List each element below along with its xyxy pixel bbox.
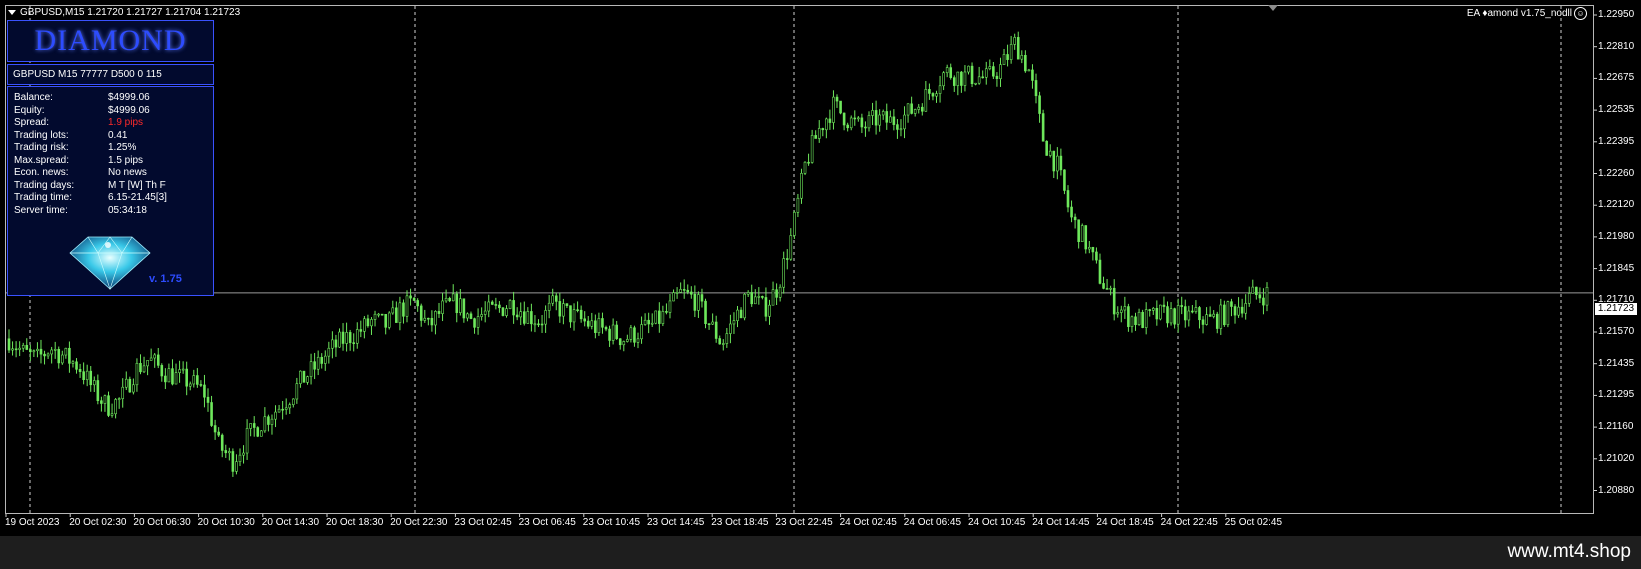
diamond-logo-box: DIAMOND <box>7 20 214 62</box>
info-label: Max.spread: <box>14 154 70 166</box>
time-tick-label: 23 Oct 02:45 <box>454 517 512 528</box>
time-tick-label: 24 Oct 06:45 <box>903 517 962 528</box>
chart-window[interactable]: GBPUSD,M15 1.21720 1.21727 1.21704 1.217… <box>0 0 1641 536</box>
time-tick-label: 23 Oct 22:45 <box>775 517 833 528</box>
symbol-info-text: GBPUSD M15 77777 D500 0 115 <box>13 69 162 80</box>
time-tick-label: 24 Oct 14:45 <box>1032 517 1090 528</box>
info-label: Spread: <box>14 117 50 128</box>
info-label: Trading risk: <box>14 142 69 153</box>
info-value: No news <box>108 167 147 178</box>
time-tick-label: 23 Oct 06:45 <box>518 517 576 528</box>
info-value: $4999.06 <box>108 92 150 103</box>
info-value: 1.9 pips <box>108 117 144 128</box>
time-tick-label: 24 Oct 18:45 <box>1096 517 1154 528</box>
time-tick-label: 20 Oct 06:30 <box>133 517 191 528</box>
info-row: Equity: $4999.06 <box>14 104 209 117</box>
info-label: Econ. news: <box>14 167 69 178</box>
chart-title[interactable]: GBPUSD,M15 1.21720 1.21727 1.21704 1.217… <box>8 7 240 18</box>
price-tick-label: 1.22810 <box>1598 40 1635 52</box>
info-row: Max.spread: 1.5 pips <box>14 154 209 167</box>
version-label: v. 1.75 <box>149 273 182 285</box>
info-label: Server time: <box>14 204 68 216</box>
info-value: 05:34:18 <box>108 204 147 216</box>
time-tick-label: 20 Oct 10:30 <box>197 517 255 528</box>
info-value: M T [W] Th F <box>108 179 166 191</box>
price-tick-label: 1.21020 <box>1598 452 1635 464</box>
chart-shift-marker-icon[interactable] <box>1268 5 1278 11</box>
time-tick-label: 23 Oct 18:45 <box>711 517 769 528</box>
price-tick-label: 1.21160 <box>1598 421 1634 433</box>
price-tick-label: 1.21295 <box>1598 389 1635 401</box>
price-tick-label: 1.22950 <box>1598 9 1635 20</box>
info-label: Trading days: <box>14 179 75 191</box>
price-tick-label: 1.22120 <box>1598 199 1635 211</box>
symbol-info-box: GBPUSD M15 77777 D500 0 115 <box>7 64 214 85</box>
price-tick-label: 1.21570 <box>1598 326 1635 337</box>
info-value: 1.5 pips <box>108 154 144 166</box>
info-label: Balance: <box>14 92 53 103</box>
time-tick-label: 23 Oct 10:45 <box>582 517 641 528</box>
chart-menu-caret-icon[interactable] <box>8 9 16 15</box>
time-tick-label: 24 Oct 22:45 <box>1160 517 1218 528</box>
info-row: Trading days: M T [W] Th F <box>14 179 209 192</box>
price-tick-label: 1.21980 <box>1598 230 1635 242</box>
info-value: 0.41 <box>108 129 128 141</box>
watermark-text: www.mt4.shop <box>1507 541 1631 562</box>
info-label: Trading time: <box>14 192 72 203</box>
time-tick-label: 20 Oct 22:30 <box>390 517 448 528</box>
time-tick-label: 20 Oct 18:30 <box>326 517 384 528</box>
smiley-icon: ☺ <box>1574 7 1587 20</box>
info-label: Equity: <box>14 104 45 116</box>
price-tick-label: 1.22535 <box>1598 104 1635 116</box>
info-row: Trading lots: 0.41 <box>14 129 209 142</box>
info-value: 1.25% <box>108 142 137 153</box>
expert-advisor-label[interactable]: EA ♦amond v1.75_nodll ☺ <box>1467 7 1587 20</box>
time-tick-label: 20 Oct 14:30 <box>261 517 320 528</box>
info-row: Trading time: 6.15-21.45[3] <box>14 191 209 204</box>
info-value: 6.15-21.45[3] <box>108 192 167 203</box>
current-price-label: 1.21723 <box>1595 303 1637 315</box>
time-tick-label: 23 Oct 14:45 <box>647 517 705 528</box>
time-tick-label: 24 Oct 10:45 <box>968 517 1026 528</box>
info-row: Server time: 05:34:18 <box>14 204 209 217</box>
price-tick-label: 1.22260 <box>1598 167 1635 179</box>
chart-title-text: GBPUSD,M15 1.21720 1.21727 1.21704 1.217… <box>20 7 241 18</box>
time-tick-label: 24 Oct 02:45 <box>839 517 897 528</box>
info-row: Econ. news: No news <box>14 166 209 179</box>
diamond-icon <box>69 236 151 290</box>
price-tick-label: 1.20880 <box>1598 484 1635 496</box>
plot-frame <box>5 5 1594 514</box>
info-row: Balance: $4999.06 <box>14 91 209 104</box>
time-tick-label: 25 Oct 02:45 <box>1224 517 1283 528</box>
ea-label-text: EA ♦amond v1.75_nodll <box>1466 8 1572 20</box>
price-tick-label: 1.22675 <box>1598 72 1635 84</box>
time-tick-label: 19 Oct 2023 <box>5 517 60 528</box>
price-tick-label: 1.21435 <box>1598 357 1635 369</box>
info-label: Trading lots: <box>14 129 69 141</box>
logo-text: DIAMOND <box>34 24 187 57</box>
info-row: Spread: 1.9 pips <box>14 116 209 129</box>
info-row: Trading risk: 1.25% <box>14 141 209 154</box>
price-tick-label: 1.22395 <box>1598 135 1635 147</box>
account-info-panel: v. 1.75 Balance: $4999.06 Equity: $4999.06 S… <box>7 86 214 296</box>
price-tick-label: 1.21845 <box>1598 262 1635 274</box>
time-tick-label: 20 Oct 02:30 <box>69 517 127 528</box>
info-value: $4999.06 <box>108 104 150 116</box>
